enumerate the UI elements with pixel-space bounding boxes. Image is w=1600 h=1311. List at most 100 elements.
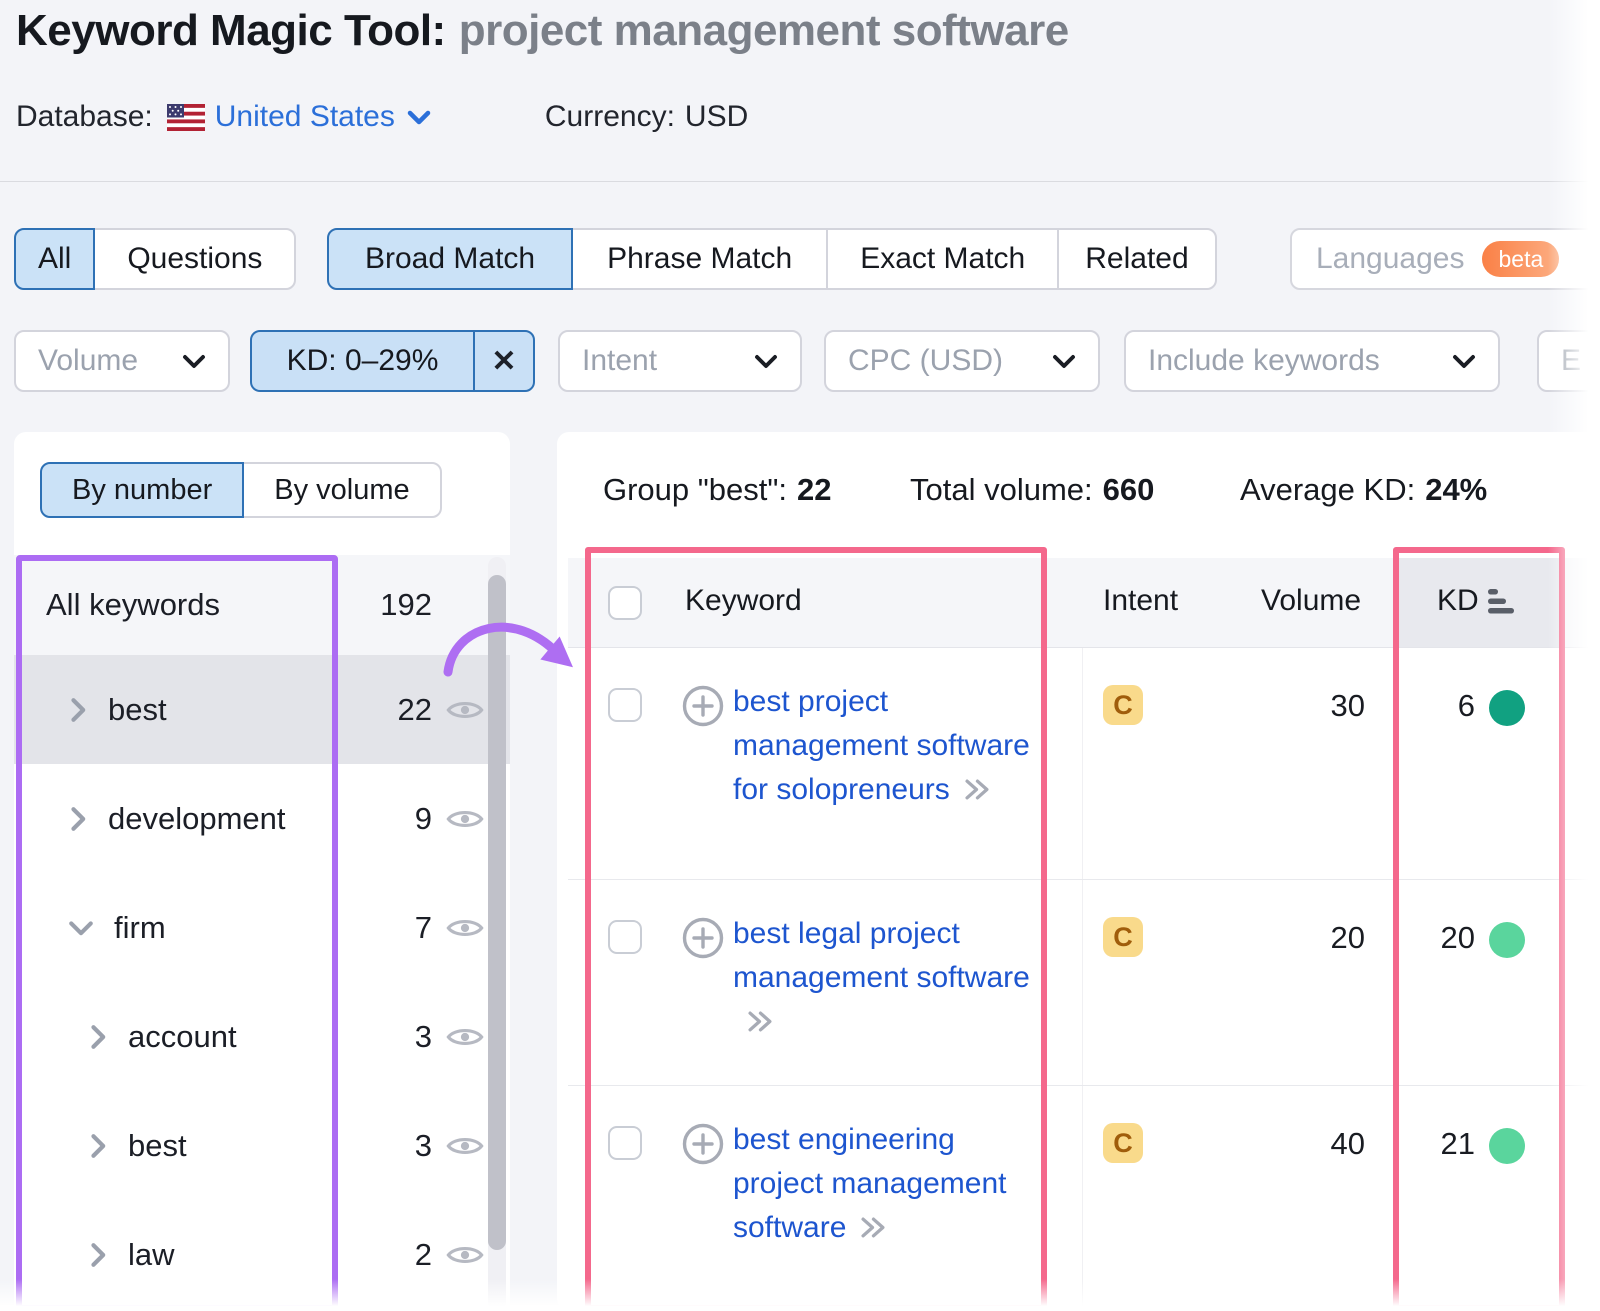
scope-tab-group: All Questions: [14, 228, 296, 290]
summary-kd-label: Average KD:: [1240, 472, 1415, 507]
cpc-filter[interactable]: CPC (USD): [824, 330, 1100, 392]
by-volume-toggle[interactable]: By volume: [242, 462, 441, 518]
group-count: 22: [342, 692, 432, 728]
summary-kd: Average KD: 24%: [1240, 472, 1487, 508]
include-keywords-label: Include keywords: [1148, 344, 1380, 378]
column-header-keyword[interactable]: Keyword: [685, 584, 802, 618]
volume-filter[interactable]: Volume: [14, 330, 230, 392]
kd-difficulty-dot: [1489, 922, 1525, 958]
group-count: 7: [342, 910, 432, 946]
eye-icon[interactable]: [446, 1023, 484, 1051]
kd-filter-close-icon[interactable]: ✕: [475, 332, 533, 390]
kd-value: 20: [1385, 920, 1475, 956]
chevron-down-icon[interactable]: [68, 915, 94, 941]
chevron-down-icon[interactable]: [407, 110, 431, 125]
group-label: best: [128, 1128, 187, 1164]
row-checkbox[interactable]: [608, 688, 642, 722]
by-number-toggle[interactable]: By number: [40, 462, 244, 518]
exclude-keywords-filter[interactable]: E: [1537, 330, 1600, 392]
group-row-account[interactable]: account 3: [14, 982, 510, 1091]
tab-questions[interactable]: Questions: [93, 228, 296, 290]
group-row-law[interactable]: law 2: [14, 1200, 510, 1309]
add-keyword-icon[interactable]: [681, 684, 725, 728]
languages-button[interactable]: Languages beta: [1290, 228, 1600, 290]
table-header-divider: [568, 647, 1600, 648]
include-keywords-filter[interactable]: Include keywords: [1124, 330, 1500, 392]
group-count: 9: [342, 801, 432, 837]
kd-header-label: KD: [1437, 584, 1479, 618]
groups-scrollbar-thumb[interactable]: [488, 575, 506, 1250]
volume-filter-label: Volume: [38, 344, 138, 378]
chevron-down-icon: [754, 354, 778, 369]
eye-icon[interactable]: [446, 914, 484, 942]
open-keyword-icon: [860, 1216, 887, 1239]
database-selector[interactable]: United States: [215, 100, 395, 134]
intent-filter[interactable]: Intent: [558, 330, 802, 392]
chevron-right-icon[interactable]: [88, 1024, 108, 1050]
keyword-link[interactable]: best project management software for sol…: [733, 680, 1033, 812]
tab-all[interactable]: All: [14, 228, 95, 290]
page-title: Keyword Magic Tool:project management so…: [16, 6, 1069, 56]
tab-phrase-match[interactable]: Phrase Match: [571, 228, 828, 290]
add-keyword-icon[interactable]: [681, 1122, 725, 1166]
group-label: firm: [114, 910, 166, 946]
column-header-intent[interactable]: Intent: [1103, 584, 1178, 618]
keyword-text: best legal project management software: [733, 917, 1030, 994]
chevron-right-icon[interactable]: [88, 1133, 108, 1159]
row-divider: [568, 1085, 1600, 1086]
kd-filter-active[interactable]: KD: 0–29% ✕: [250, 330, 535, 392]
cpc-filter-label: CPC (USD): [848, 344, 1003, 378]
sort-ascending-icon: [1488, 589, 1515, 614]
match-tab-group: Broad Match Phrase Match Exact Match Rel…: [327, 228, 1217, 290]
intent-badge-commercial: C: [1103, 917, 1143, 957]
row-checkbox[interactable]: [608, 920, 642, 954]
column-header-volume[interactable]: Volume: [1261, 584, 1361, 618]
chevron-right-icon[interactable]: [68, 697, 88, 723]
select-all-checkbox[interactable]: [608, 586, 642, 620]
currency-row: Currency:USD: [545, 100, 748, 134]
eye-icon[interactable]: [446, 1132, 484, 1160]
row-checkbox[interactable]: [608, 1126, 642, 1160]
currency-label: Currency:: [545, 100, 675, 133]
summary-group-value: 22: [797, 472, 831, 507]
keyword-link[interactable]: best engineering project management soft…: [733, 1118, 1033, 1250]
summary-group: Group "best": 22: [603, 472, 831, 508]
summary-volume-value: 660: [1103, 472, 1155, 507]
tab-broad-match[interactable]: Broad Match: [327, 228, 573, 290]
keyword-link[interactable]: best legal project management software: [733, 912, 1033, 1044]
beta-badge: beta: [1482, 241, 1559, 277]
column-header-kd[interactable]: KD: [1437, 584, 1515, 618]
row-divider: [568, 879, 1600, 880]
keyword-groups-list: All keywords 192 best 22 development 9 f…: [14, 555, 510, 1309]
group-row-all-keywords[interactable]: All keywords 192: [14, 555, 510, 655]
add-keyword-icon[interactable]: [681, 916, 725, 960]
exclude-keywords-label: E: [1561, 344, 1581, 378]
eye-icon[interactable]: [446, 805, 484, 833]
group-row-development[interactable]: development 9: [14, 764, 510, 873]
group-row-best[interactable]: best 22: [14, 655, 510, 764]
volume-value: 20: [1225, 920, 1365, 956]
group-row-best-sub[interactable]: best 3: [14, 1091, 510, 1200]
intent-badge-commercial: C: [1103, 1123, 1143, 1163]
eye-icon[interactable]: [446, 1241, 484, 1269]
group-label: best: [108, 692, 167, 728]
eye-icon[interactable]: [446, 696, 484, 724]
group-count: 2: [342, 1237, 432, 1273]
tab-exact-match[interactable]: Exact Match: [826, 228, 1059, 290]
intent-badge-commercial: C: [1103, 685, 1143, 725]
summary-group-label: Group "best":: [603, 472, 787, 507]
column-divider: [1082, 648, 1083, 1311]
database-label: Database:: [16, 100, 153, 134]
kd-value: 6: [1385, 688, 1475, 724]
us-flag-icon: [167, 104, 205, 131]
tool-name: Keyword Magic Tool:: [16, 6, 446, 55]
tab-related[interactable]: Related: [1057, 228, 1216, 290]
chevron-right-icon[interactable]: [88, 1242, 108, 1268]
chevron-right-icon[interactable]: [68, 806, 88, 832]
kd-filter-label: KD: 0–29%: [252, 332, 473, 390]
group-row-firm[interactable]: firm 7: [14, 873, 510, 982]
chevron-down-icon: [182, 354, 206, 369]
summary-kd-value: 24%: [1425, 472, 1487, 507]
volume-value: 30: [1225, 688, 1365, 724]
volume-value: 40: [1225, 1126, 1365, 1162]
